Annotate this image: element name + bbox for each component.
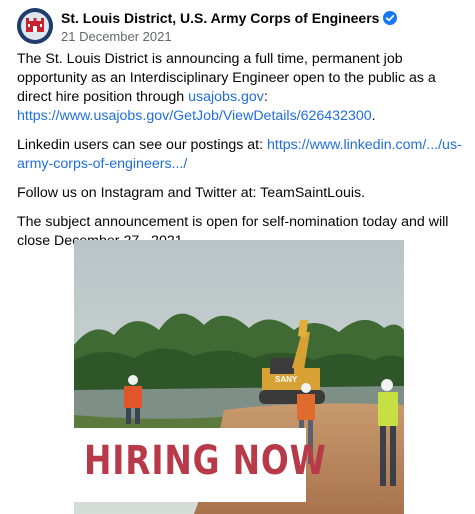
paragraph-linkedin: Linkedin users can see our postings at: … [17, 136, 465, 174]
page-avatar[interactable] [17, 8, 53, 44]
post-header: St. Louis District, U.S. Army Corps of E… [17, 6, 467, 46]
post-message: The St. Louis District is announcing a f… [17, 50, 465, 261]
page-name: St. Louis District, U.S. Army Corps of E… [61, 10, 380, 26]
paragraph-text: Linkedin users can see our postings at: [17, 137, 268, 153]
facebook-post: St. Louis District, U.S. Army Corps of E… [0, 0, 475, 514]
paragraph-social: Follow us on Instagram and Twitter at: T… [17, 185, 366, 201]
page-name-link[interactable]: St. Louis District, U.S. Army Corps of E… [61, 10, 398, 26]
excavator-brand: SANY [275, 375, 298, 384]
usajobs-link[interactable]: usajobs.gov [188, 89, 264, 105]
verified-badge-icon [383, 11, 398, 25]
post-photo[interactable]: SANY HIRING NOW [74, 240, 404, 514]
hiring-banner: HIRING NOW [74, 428, 326, 502]
post-timestamp[interactable]: 21 December 2021 [61, 29, 172, 44]
hiring-now-text: HIRING NOW [84, 438, 327, 484]
paragraph-text: : [263, 89, 268, 105]
usajobs-job-url-link[interactable]: https://www.usajobs.gov/GetJob/ViewDetai… [17, 108, 372, 124]
army-corps-castle-logo-icon [17, 8, 53, 44]
paragraph-job-announcement: The St. Louis District is announcing a f… [17, 50, 465, 126]
paragraph-text: . [371, 108, 376, 124]
